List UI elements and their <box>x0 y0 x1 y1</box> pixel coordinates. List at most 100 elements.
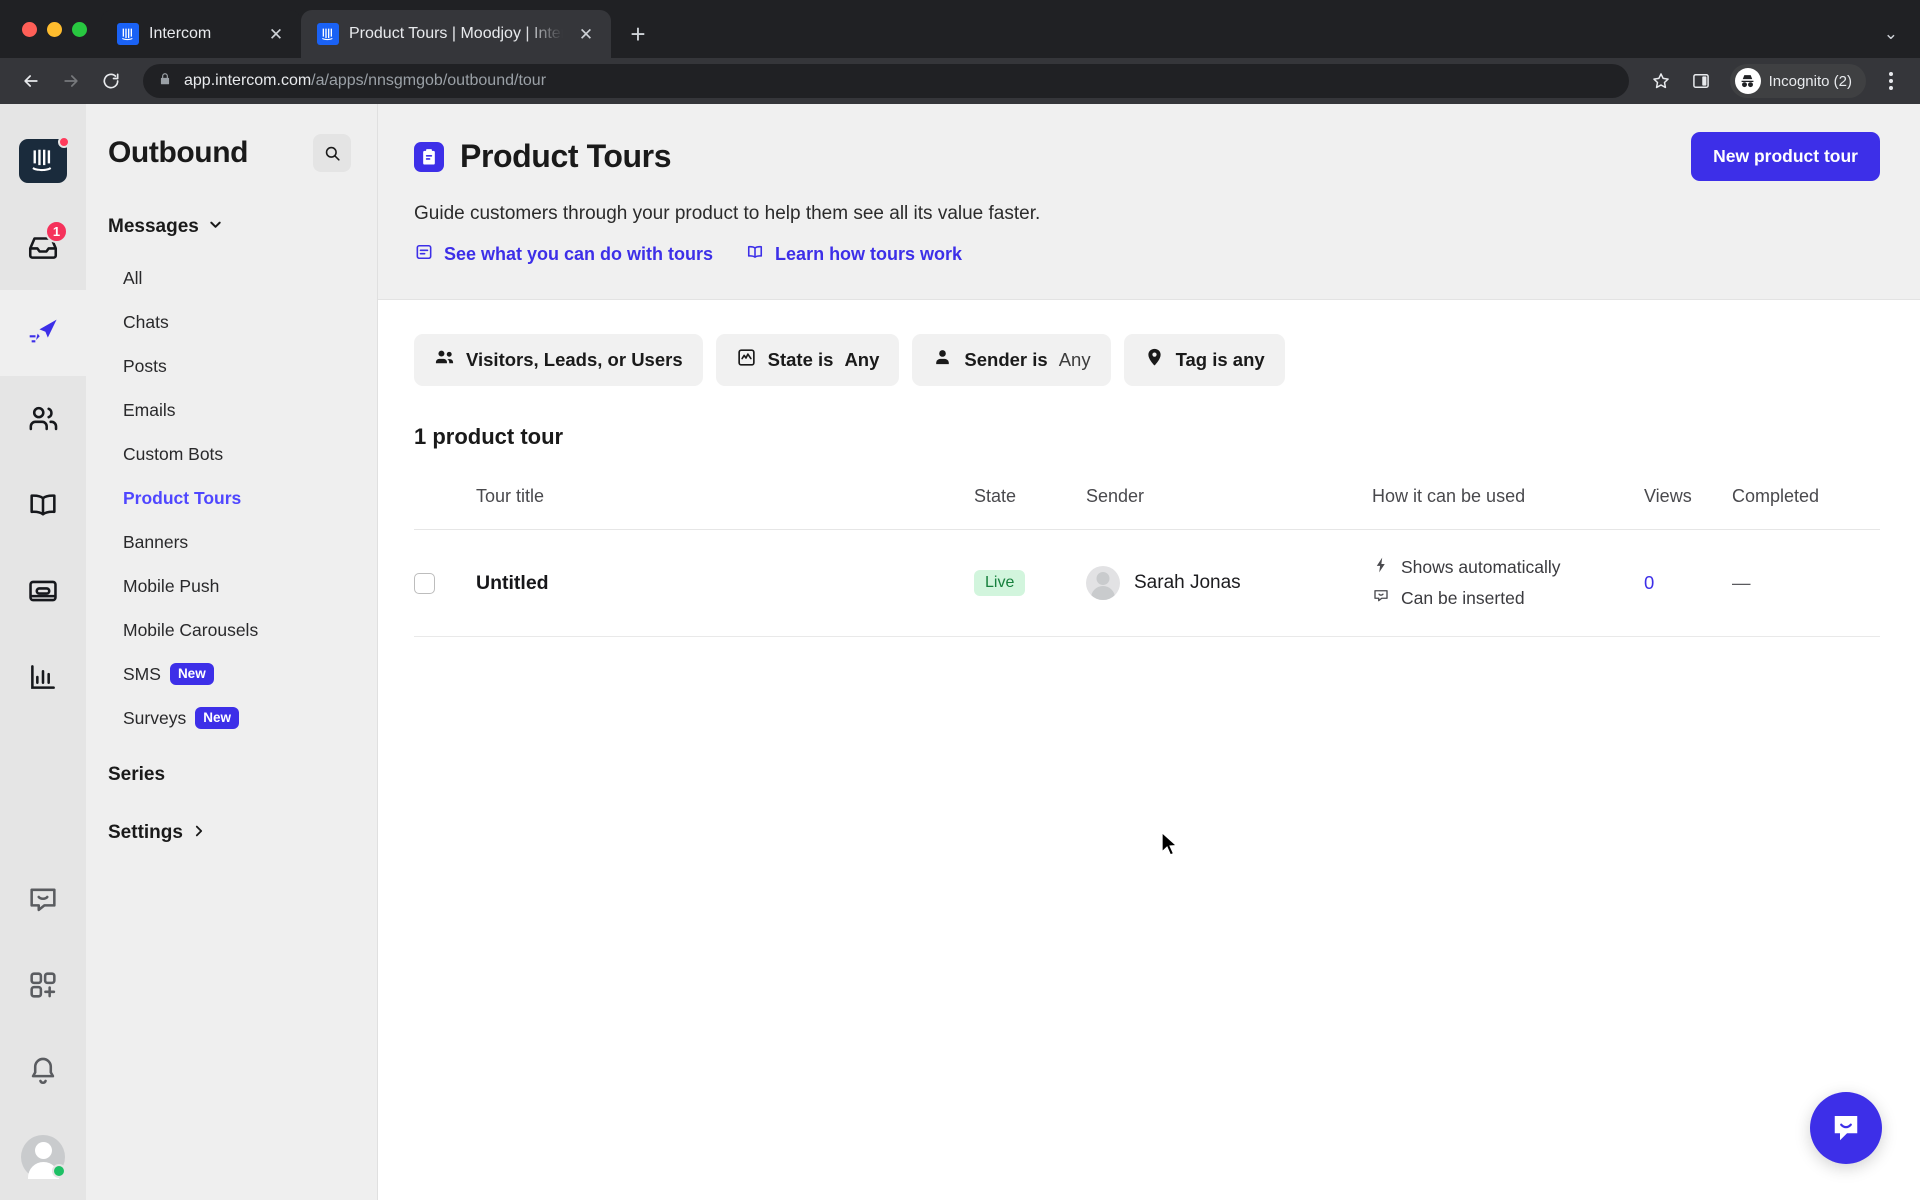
tour-card-icon <box>414 242 434 267</box>
rail-item-knowledge[interactable] <box>0 462 86 548</box>
rail-item-contacts[interactable] <box>0 376 86 462</box>
application-body: 1 Outbound Messages All Chats Posts Emai… <box>0 104 1920 1200</box>
avatar <box>21 1135 66 1179</box>
filter-tag[interactable]: Tag is any <box>1123 334 1285 386</box>
new-tab-button[interactable]: + <box>619 15 657 53</box>
sidebar-section-series[interactable]: Series <box>86 752 377 798</box>
person-icon <box>932 347 953 373</box>
page-header-links: See what you can do with tours Learn how… <box>414 242 1880 267</box>
row-how-used-cell: Shows automatically Can be inserted <box>1372 529 1644 637</box>
back-arrow-icon[interactable] <box>14 64 48 98</box>
intercom-messenger-launcher[interactable] <box>1810 1092 1882 1164</box>
column-header-how-used: How it can be used <box>1372 474 1644 530</box>
row-state-cell: Live <box>974 529 1086 637</box>
column-header-sender: Sender <box>1086 474 1372 530</box>
minimize-window-button[interactable] <box>47 21 62 37</box>
maximize-window-button[interactable] <box>72 21 87 37</box>
sidebar-item-chats[interactable]: Chats <box>86 300 377 344</box>
page-title: Product Tours <box>460 138 672 174</box>
incognito-profile-button[interactable]: Incognito (2) <box>1729 64 1866 98</box>
close-window-button[interactable] <box>22 21 37 37</box>
new-product-tour-button[interactable]: New product tour <box>1691 132 1880 181</box>
forward-arrow-icon[interactable] <box>54 64 88 98</box>
views-value[interactable]: 0 <box>1644 572 1654 593</box>
sidebar-item-surveys[interactable]: Surveys New <box>86 696 377 740</box>
row-views-cell: 0 <box>1644 529 1732 637</box>
column-header-views: Views <box>1644 474 1732 530</box>
row-select-cell <box>414 529 476 637</box>
sidebar-section-label: Settings <box>108 822 183 843</box>
lock-icon <box>158 72 172 91</box>
incognito-profile-label: Incognito (2) <box>1768 72 1852 90</box>
tab-close-icon[interactable]: ✕ <box>573 21 599 47</box>
filter-state[interactable]: State is Any <box>715 334 900 386</box>
rail-item-inbox[interactable]: 1 <box>0 204 86 290</box>
sidebar-title: Outbound <box>108 136 249 169</box>
filter-bar: Visitors, Leads, or Users State is Any S… <box>414 334 1880 386</box>
sidebar-item-sms[interactable]: SMS New <box>86 652 377 696</box>
see-what-you-can-do-link[interactable]: See what you can do with tours <box>414 242 713 267</box>
url-domain: app.intercom.com <box>184 72 312 89</box>
side-panel-icon[interactable] <box>1684 64 1718 98</box>
filter-value: Any <box>844 349 880 370</box>
rail-item-articles[interactable] <box>0 548 86 634</box>
rail-item-user-avatar[interactable] <box>0 1114 86 1200</box>
rail-item-notifications[interactable] <box>0 1028 86 1114</box>
sidebar-item-label: Banners <box>123 531 189 552</box>
sidebar-item-all[interactable]: All <box>86 256 377 300</box>
sidebar-item-mobile-push[interactable]: Mobile Push <box>86 564 377 608</box>
reload-icon[interactable] <box>94 64 128 98</box>
rail-item-home[interactable] <box>0 118 86 204</box>
result-count-label: 1 product tour <box>414 424 564 449</box>
tab-close-icon[interactable]: ✕ <box>263 21 289 47</box>
filter-label: Tag is any <box>1175 349 1265 370</box>
intercom-logo-icon <box>19 136 70 183</box>
sidebar-item-custom-bots[interactable]: Custom Bots <box>86 432 377 476</box>
filter-label: Visitors, Leads, or Users <box>466 349 683 370</box>
sidebar-item-label: Mobile Carousels <box>123 619 259 640</box>
sidebar-item-banners[interactable]: Banners <box>86 520 377 564</box>
lightning-bolt-icon <box>1372 556 1390 579</box>
intercom-messenger-icon <box>1834 1116 1858 1141</box>
rail-item-reports[interactable] <box>0 634 86 720</box>
table-row[interactable]: Untitled Live Sarah Jonas Shows automati… <box>414 529 1880 637</box>
link-label: Learn how tours work <box>775 244 963 264</box>
main-content: Product Tours New product tour Guide cus… <box>378 104 1920 1200</box>
column-header-select <box>414 474 476 530</box>
search-icon[interactable] <box>313 134 351 172</box>
sidebar-group-label: Messages <box>108 216 199 237</box>
address-bar[interactable]: app.intercom.com/a/apps/nnsgmgob/outboun… <box>143 64 1629 98</box>
star-icon[interactable] <box>1644 64 1678 98</box>
filter-value: Any <box>1058 349 1091 370</box>
filter-sender[interactable]: Sender is Any <box>912 334 1111 386</box>
rail-item-messenger[interactable] <box>0 856 86 942</box>
filter-label: State is <box>767 349 834 370</box>
sidebar-section-settings[interactable]: Settings <box>86 810 377 856</box>
sidebar-header: Outbound <box>86 134 377 172</box>
sidebar-item-label: Custom Bots <box>123 443 224 464</box>
rail-item-apps[interactable] <box>0 942 86 1028</box>
row-completed-cell: — <box>1732 529 1880 637</box>
sidebar-item-mobile-carousels[interactable]: Mobile Carousels <box>86 608 377 652</box>
sender-name: Sarah Jonas <box>1134 572 1241 593</box>
product-tours-table: Tour title State Sender How it can be us… <box>414 474 1880 637</box>
browser-tab-product-tours[interactable]: Product Tours | Moodjoy | Inter ✕ <box>301 10 611 58</box>
tab-search-chevron-down-icon[interactable]: ⌄ <box>1884 24 1920 58</box>
sidebar-item-product-tours[interactable]: Product Tours <box>86 476 377 520</box>
filter-audience[interactable]: Visitors, Leads, or Users <box>414 334 703 386</box>
tag-icon <box>1144 347 1165 373</box>
sender-group: Sarah Jonas <box>1086 566 1372 600</box>
row-checkbox[interactable] <box>414 572 435 594</box>
kebab-menu-icon[interactable] <box>1876 64 1906 98</box>
browser-window: Intercom ✕ Product Tours | Moodjoy | Int… <box>0 0 1920 1200</box>
column-header-completed: Completed <box>1732 474 1880 530</box>
sidebar-group-messages[interactable]: Messages <box>86 210 377 244</box>
browser-tab-intercom[interactable]: Intercom ✕ <box>101 10 301 58</box>
avatar <box>1086 566 1120 600</box>
sidebar-item-emails[interactable]: Emails <box>86 388 377 432</box>
window-traffic-lights <box>14 0 101 58</box>
sidebar-item-posts[interactable]: Posts <box>86 344 377 388</box>
tour-title-link[interactable]: Untitled <box>476 572 549 594</box>
learn-how-tours-work-link[interactable]: Learn how tours work <box>745 242 962 267</box>
rail-item-outbound[interactable] <box>0 290 86 376</box>
